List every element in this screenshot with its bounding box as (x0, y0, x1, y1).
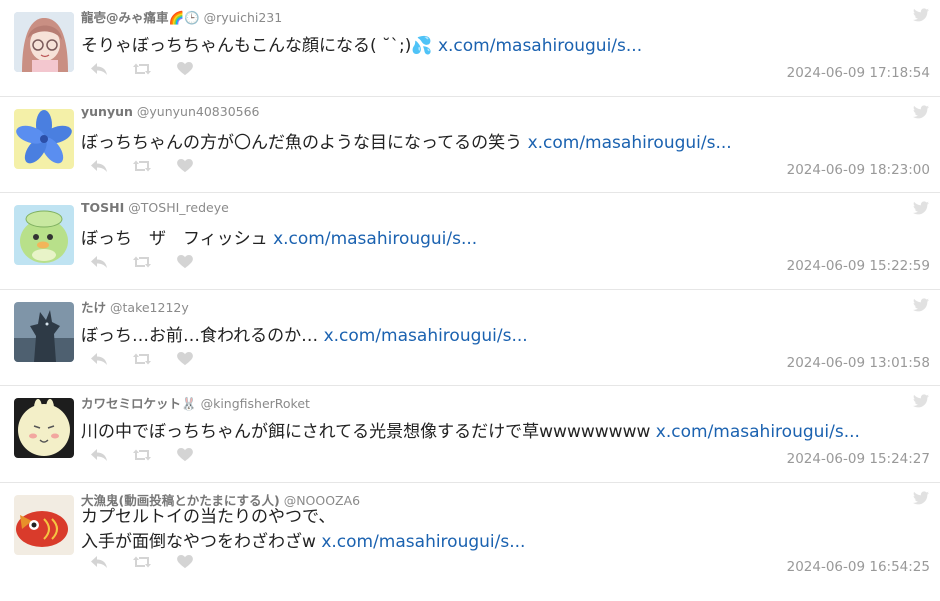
tweet-actions (90, 62, 194, 76)
retweet-icon[interactable] (133, 555, 151, 569)
tweet-text: カプセルトイの当たりのやつで、 入手が面倒なやつをわざわざw x.com/mas… (81, 505, 525, 555)
tweet-header: TOSHI @TOSHI_redeye (81, 200, 229, 215)
tweet-text: 川の中でぼっちちゃんが餌にされてる光景想像するだけで草wwwwwwww x.co… (81, 420, 860, 445)
user-handle[interactable]: @take1212y (110, 300, 189, 315)
tweet-body: 入手が面倒なやつをわざわざw (81, 531, 316, 552)
reply-icon[interactable] (90, 352, 108, 366)
like-icon[interactable] (176, 62, 194, 76)
tweet-body: 川の中でぼっちちゃんが餌にされてる光景想像するだけで草wwwwwwww (81, 422, 651, 442)
blue-flower-avatar-icon (14, 108, 74, 169)
tweet-card: TOSHI @TOSHI_redeye ぼっち ザ フィッシュ x.com/mas… (0, 193, 940, 290)
tweet-feed: 龍壱@みゃ痛車🌈🕒 @ryuichi231 そりゃぼっちちゃんもこんな顔になる( … (0, 0, 940, 579)
rabbit-avatar-icon (14, 398, 74, 458)
reply-icon[interactable] (90, 448, 108, 462)
tweet-text: そりゃぼっちちゃんもこんな顔になる( ˘`;)💦 x.com/masahirou… (81, 34, 642, 59)
user-name[interactable]: TOSHI (81, 200, 124, 215)
user-handle[interactable]: @ryuichi231 (204, 10, 283, 25)
reply-icon[interactable] (90, 159, 108, 173)
tweet-link[interactable]: x.com/masahirougui/s... (528, 133, 732, 153)
tweet-timestamp[interactable]: 2024-06-09 13:01:58 (787, 355, 930, 371)
tweet-card: たけ @take1212y ぼっち…お前…食われるのか… x.com/masahi… (0, 290, 940, 386)
tweet-text: ぼっち ザ フィッシュ x.com/masahirougui/s... (81, 227, 477, 252)
twitter-bird-icon[interactable] (913, 490, 929, 505)
avatar[interactable] (14, 12, 74, 72)
tweet-card: カワセミロケット🐰 @kingfisherRoket 川の中でぼっちちゃんが餌にさ… (0, 386, 940, 483)
tweet-actions (90, 351, 194, 366)
tweet-header: 龍壱@みゃ痛車🌈🕒 @ryuichi231 (81, 7, 282, 26)
tweet-body: ぼっちちゃんの方が〇んだ魚のような目になってるの笑う (81, 132, 523, 153)
reply-icon[interactable] (90, 255, 108, 269)
twitter-bird-icon[interactable] (913, 104, 929, 119)
tweet-header: たけ @take1212y (81, 297, 189, 316)
user-name[interactable]: yunyun (81, 104, 133, 119)
twitter-bird-icon[interactable] (913, 201, 929, 215)
avatar[interactable] (14, 494, 74, 555)
avatar[interactable] (14, 108, 74, 169)
tweet-body: ぼっち ザ フィッシュ (81, 229, 268, 249)
user-name[interactable]: カワセミロケット🐰 (81, 396, 197, 411)
tweet-timestamp[interactable]: 2024-06-09 17:18:54 (787, 65, 930, 81)
twitter-bird-icon[interactable] (913, 297, 929, 312)
retweet-icon[interactable] (133, 62, 151, 76)
user-handle[interactable]: @TOSHI_redeye (128, 200, 229, 215)
like-icon[interactable] (176, 158, 194, 173)
like-icon[interactable] (176, 448, 194, 462)
tweet-link[interactable]: x.com/masahirougui/s... (321, 532, 525, 552)
reply-icon[interactable] (90, 62, 108, 76)
tweet-link[interactable]: x.com/masahirougui/s... (273, 229, 477, 249)
tweet-actions (90, 255, 194, 269)
tweet-link[interactable]: x.com/masahirougui/s... (656, 422, 860, 442)
tweet-card: 大漁鬼(動画投稿とかたまにする人) @NOOOZA6 カプセルトイの当たりのやつで… (0, 483, 940, 580)
tweet-header: yunyun @yunyun40830566 (81, 104, 260, 119)
twitter-bird-icon[interactable] (913, 394, 929, 408)
tweet-text: ぼっち…お前…食われるのか… x.com/masahirougui/s... (81, 324, 528, 349)
user-handle[interactable]: @yunyun40830566 (137, 104, 260, 119)
tweet-card: yunyun @yunyun40830566 ぼっちちゃんの方が〇んだ魚のような目… (0, 97, 940, 193)
red-fish-avatar-icon (14, 494, 74, 555)
tweet-timestamp[interactable]: 2024-06-09 15:24:27 (787, 451, 930, 467)
tweet-text: ぼっちちゃんの方が〇んだ魚のような目になってるの笑う x.com/masahir… (81, 131, 732, 156)
tweet-timestamp[interactable]: 2024-06-09 18:23:00 (787, 162, 930, 178)
tweet-timestamp[interactable]: 2024-06-09 16:54:25 (787, 559, 930, 575)
anime-girl-avatar-icon (14, 12, 74, 72)
green-frog-avatar-icon (14, 205, 74, 265)
tweet-header: カワセミロケット🐰 @kingfisherRoket (81, 393, 310, 412)
tweet-body: ぼっち…お前…食われるのか… (81, 325, 319, 346)
tweet-body-line1: カプセルトイの当たりのやつで、 (81, 506, 336, 527)
retweet-icon[interactable] (133, 255, 151, 269)
like-icon[interactable] (176, 554, 194, 569)
avatar[interactable] (14, 205, 74, 265)
user-handle[interactable]: @kingfisherRoket (201, 396, 310, 411)
tweet-actions (90, 158, 194, 173)
tweet-timestamp[interactable]: 2024-06-09 15:22:59 (787, 258, 930, 274)
user-name[interactable]: 龍壱@みゃ痛車🌈🕒 (81, 10, 200, 25)
user-name[interactable]: たけ (81, 300, 106, 315)
avatar[interactable] (14, 301, 74, 362)
tweet-card: 龍壱@みゃ痛車🌈🕒 @ryuichi231 そりゃぼっちちゃんもこんな顔になる( … (0, 0, 940, 97)
like-icon[interactable] (176, 255, 194, 269)
tweet-actions (90, 448, 194, 462)
retweet-icon[interactable] (133, 448, 151, 462)
like-icon[interactable] (176, 351, 194, 366)
avatar[interactable] (14, 398, 74, 458)
tweet-actions (90, 554, 194, 569)
tweet-body: そりゃぼっちちゃんもこんな顔になる( ˘`;)💦 (81, 36, 433, 56)
tweet-link[interactable]: x.com/masahirougui/s... (324, 326, 528, 346)
reply-icon[interactable] (90, 555, 108, 569)
monster-avatar-icon (14, 301, 74, 362)
retweet-icon[interactable] (133, 159, 151, 173)
retweet-icon[interactable] (133, 352, 151, 366)
tweet-link[interactable]: x.com/masahirougui/s... (438, 36, 642, 56)
twitter-bird-icon[interactable] (913, 8, 929, 22)
